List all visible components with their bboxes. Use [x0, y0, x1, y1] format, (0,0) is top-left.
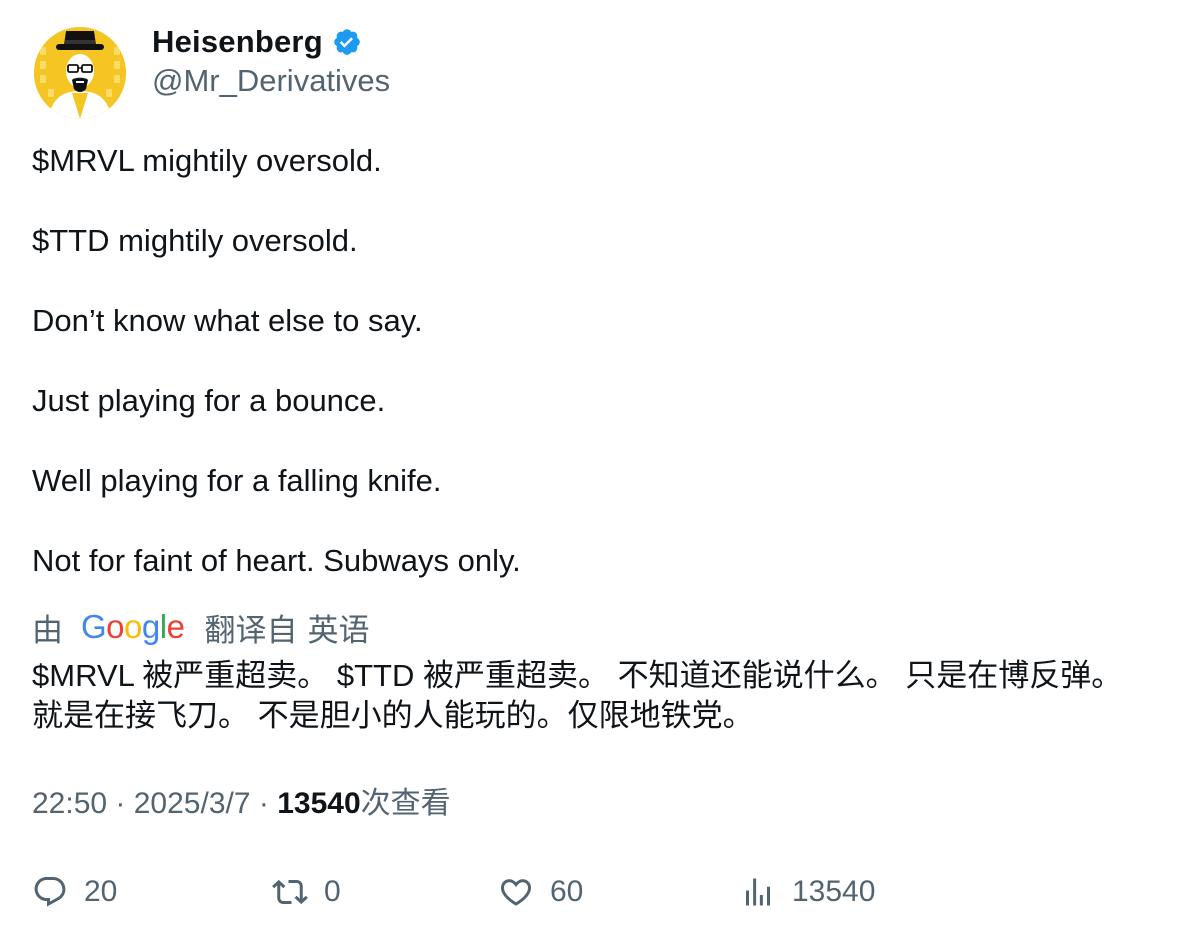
translated-line: $MRVL 被严重超卖。 $TTD 被严重超卖。 不知道还能说什么。 只是在博反… [32, 658, 1123, 693]
retweet-count: 0 [324, 875, 341, 908]
action-bar: 20 0 60 13540 [0, 868, 1196, 916]
avatar[interactable] [34, 27, 126, 119]
tweet-card: Heisenberg @Mr_Derivatives $MRVL mightil… [0, 0, 1196, 938]
translated-text: $MRVL 被严重超卖。 $TTD 被严重超卖。 不知道还能说什么。 只是在博反… [32, 656, 1182, 736]
author-name-row[interactable]: Heisenberg [152, 22, 362, 62]
tweet-line: Just playing for a bounce. [32, 383, 386, 418]
meta-separator: · [107, 787, 134, 820]
tweet-line: Not for faint of heart. Subways only. [32, 543, 521, 578]
reply-count: 20 [84, 875, 118, 908]
retweet-button[interactable]: 0 [272, 868, 341, 916]
user-handle[interactable]: @Mr_Derivatives [152, 62, 390, 100]
tweet-line: Don’t know what else to say. [32, 303, 423, 338]
tweet-text: $MRVL mightily oversold. $TTD mightily o… [32, 141, 1172, 581]
tweet-meta: 22:50 · 2025/3/7 · 13540次查看 [32, 784, 451, 824]
translation-attribution[interactable]: 由 Google 翻译自 英语 [32, 607, 370, 648]
views-action-count: 13540 [792, 875, 876, 908]
tweet-line: Well playing for a falling knife. [32, 463, 442, 498]
tweet-line: $MRVL mightily oversold. [32, 143, 382, 178]
source-language: 英语 [307, 612, 370, 648]
heart-icon [500, 879, 532, 906]
like-count: 60 [550, 875, 584, 908]
reply-icon [34, 877, 66, 907]
tweet-time[interactable]: 22:50 [32, 787, 107, 820]
views-button[interactable]: 13540 [740, 868, 875, 916]
meta-separator: · [250, 787, 278, 820]
like-button[interactable]: 60 [498, 868, 583, 916]
translated-by-label: 由 [32, 612, 63, 648]
translated-line: 就是在接飞刀。 不是胆小的人能玩的。仅限地铁党。 [32, 698, 754, 733]
reply-button[interactable]: 20 [32, 868, 117, 916]
views-count: 13540 [277, 787, 361, 820]
tweet-date[interactable]: 2025/3/7 [134, 787, 251, 820]
translated-from-label: 翻译自 [204, 612, 298, 648]
verified-badge-icon [332, 27, 362, 57]
tweet-line: $TTD mightily oversold. [32, 223, 358, 258]
heisenberg-avatar-icon [34, 27, 126, 119]
display-name[interactable]: Heisenberg [152, 24, 323, 60]
analytics-icon [746, 878, 770, 906]
views-label: 次查看 [360, 787, 451, 820]
retweet-icon [272, 879, 308, 905]
google-logo: Google [81, 608, 185, 645]
